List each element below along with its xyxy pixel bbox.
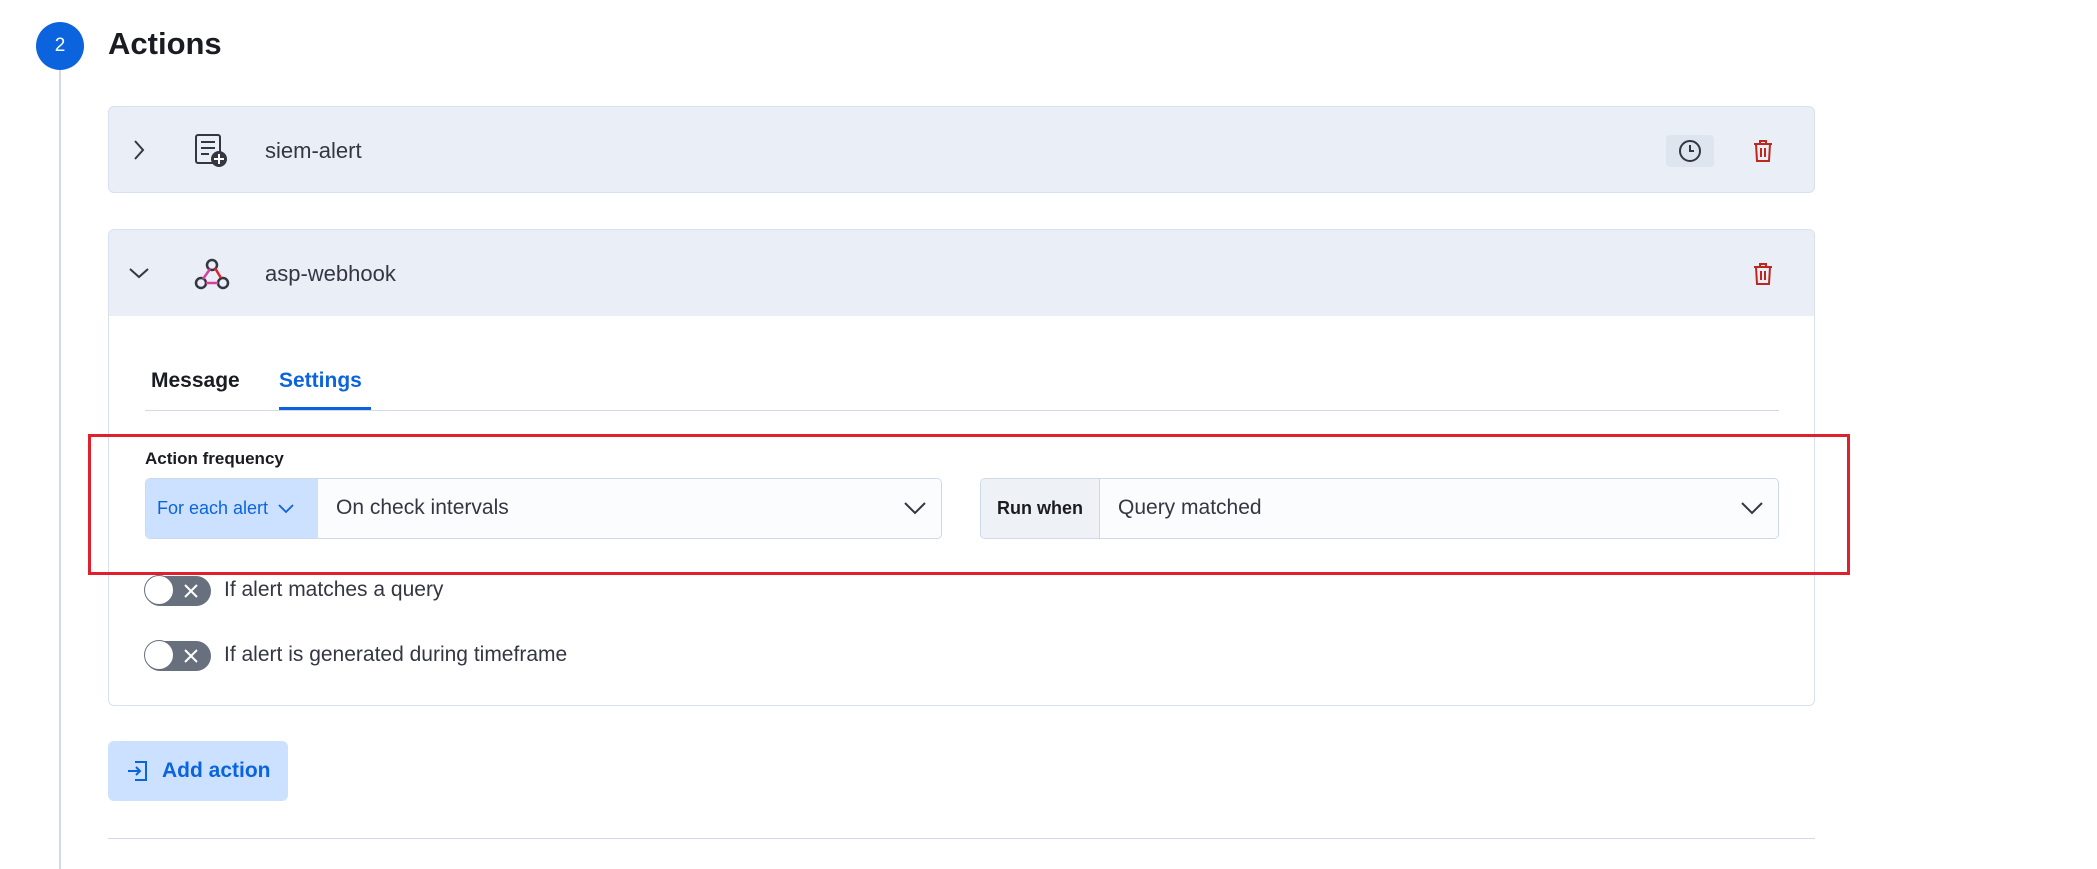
snooze-clock-button[interactable] xyxy=(1666,135,1714,167)
trash-icon xyxy=(1754,140,1772,162)
alert-matches-query-toggle[interactable] xyxy=(144,575,211,606)
delete-action-button[interactable] xyxy=(1739,135,1787,167)
toggle-knob xyxy=(144,640,174,670)
chevron-down-icon xyxy=(278,503,294,513)
tabs-divider xyxy=(145,410,1779,411)
tab-message[interactable]: Message xyxy=(151,369,240,393)
action-name: asp-webhook xyxy=(265,261,396,286)
toggle-knob xyxy=(144,575,174,605)
expand-chevron-right-icon[interactable] xyxy=(125,136,153,164)
delete-action-button[interactable] xyxy=(1739,258,1787,290)
chevron-down-icon xyxy=(904,502,926,515)
webhook-icon xyxy=(193,255,231,293)
alert-timeframe-toggle[interactable] xyxy=(144,640,211,671)
action-name: siem-alert xyxy=(265,138,362,163)
step-number-badge: 2 xyxy=(36,22,84,70)
run-when-field-group: Run when Query matched xyxy=(980,478,1779,539)
action-frequency-label: Action frequency xyxy=(145,449,284,468)
alert-timeframe-label: If alert is generated during timeframe xyxy=(224,643,568,666)
summary-mode-value: For each alert xyxy=(157,498,269,518)
add-action-icon xyxy=(128,761,147,781)
cross-icon xyxy=(184,649,198,663)
action-panel-siem-alert: siem-alert xyxy=(108,106,1815,193)
cross-icon xyxy=(184,584,198,598)
index-connector-icon xyxy=(193,133,229,169)
summary-mode-dropdown[interactable]: For each alert xyxy=(146,479,318,538)
interval-select[interactable]: On check intervals xyxy=(318,479,941,538)
action-panel-asp-webhook: asp-webhook Message Settings Action freq… xyxy=(108,229,1815,706)
collapse-chevron-down-icon[interactable] xyxy=(125,259,153,287)
trash-icon xyxy=(1754,263,1772,285)
frequency-field-group: For each alert On check intervals xyxy=(145,478,942,539)
step-number: 2 xyxy=(54,35,66,56)
add-action-button[interactable]: Add action xyxy=(108,741,288,801)
run-when-value: Query matched xyxy=(1118,496,1262,519)
action-panel-header: asp-webhook xyxy=(109,230,1814,316)
run-when-select[interactable]: Query matched xyxy=(1100,479,1778,538)
chevron-down-icon xyxy=(1741,502,1763,515)
add-action-label: Add action xyxy=(162,759,271,782)
step-connector-line xyxy=(59,70,61,869)
alert-matches-query-label: If alert matches a query xyxy=(224,578,444,601)
step-title: Actions xyxy=(108,26,222,61)
run-when-label: Run when xyxy=(981,479,1100,538)
section-divider xyxy=(108,838,1815,839)
interval-value: On check intervals xyxy=(336,496,509,519)
tab-settings[interactable]: Settings xyxy=(279,369,362,393)
clock-icon xyxy=(1679,140,1701,162)
